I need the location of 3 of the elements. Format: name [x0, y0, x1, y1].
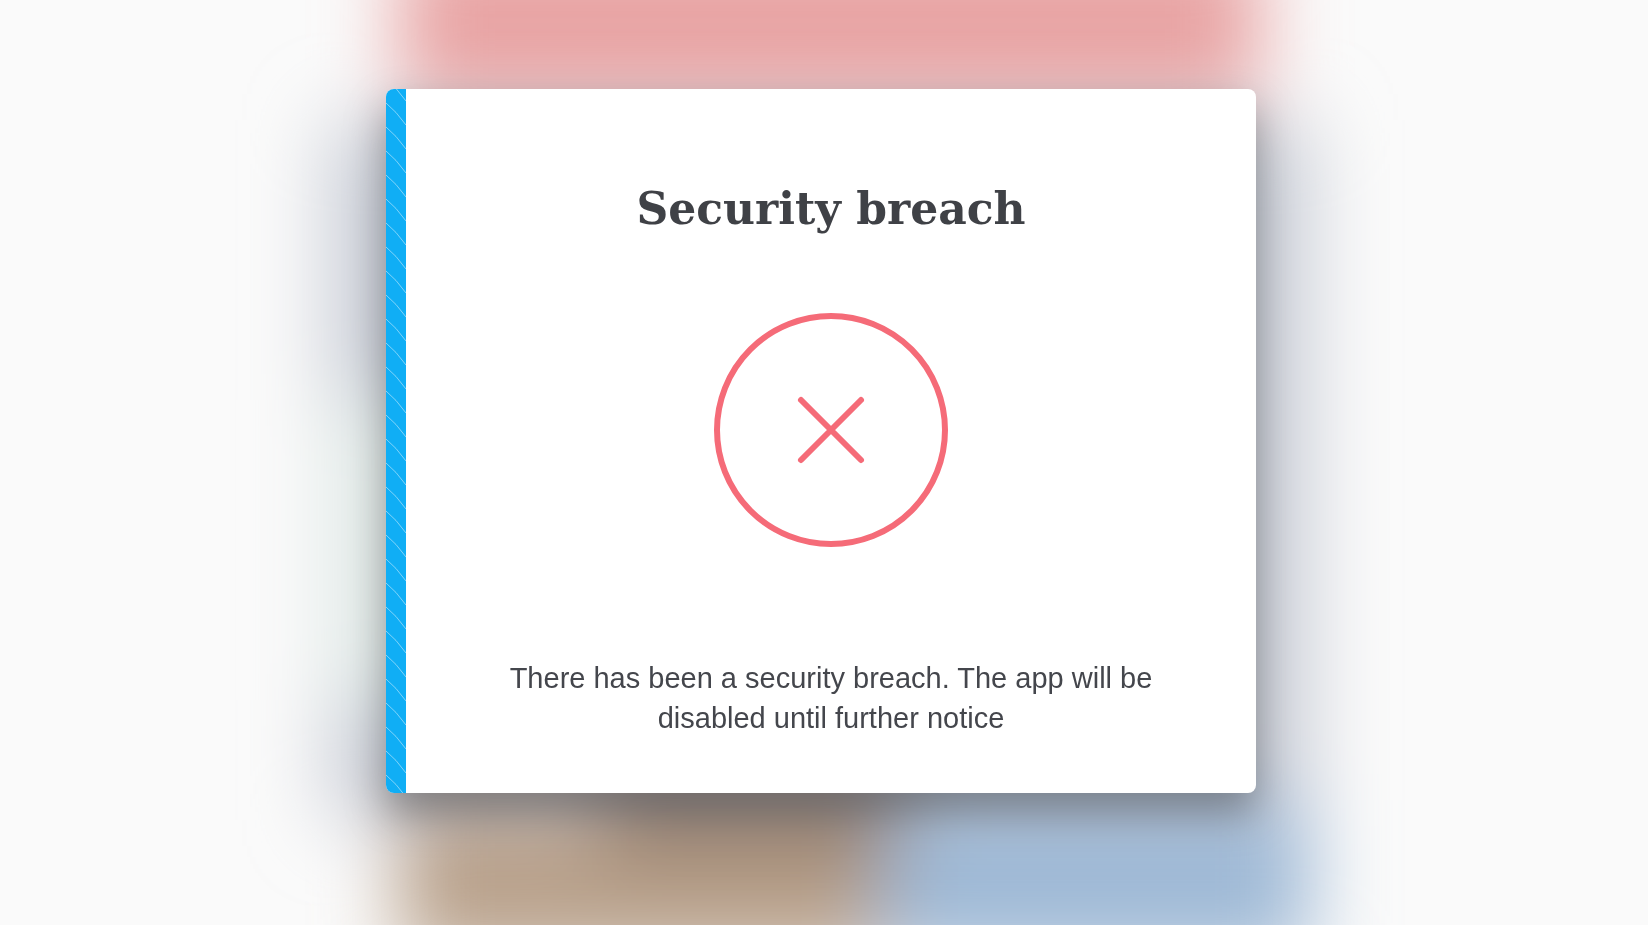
error-icon [713, 312, 949, 548]
message-text: There has been a security breach. The app will be disabled until further notice [508, 661, 1154, 736]
dialog-title: Security breach [636, 183, 1026, 234]
